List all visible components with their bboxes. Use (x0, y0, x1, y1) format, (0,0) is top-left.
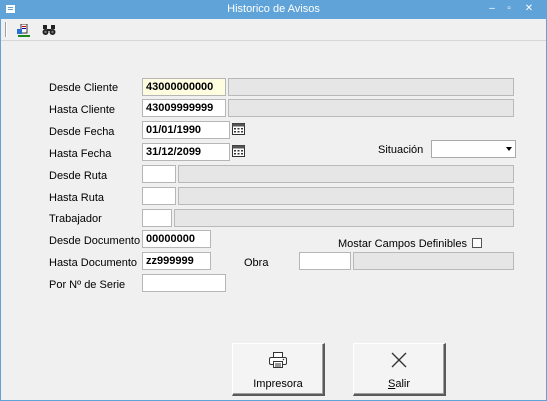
mostrar-campos-label: Mostar Campos Definibles (338, 238, 467, 250)
chevron-down-icon (506, 147, 512, 151)
obra-label: Obra (244, 257, 269, 269)
situacion-label: Situación (378, 144, 424, 156)
trabajador-label: Trabajador (49, 213, 102, 225)
hasta-ruta-label: Hasta Ruta (49, 192, 105, 204)
desde-cliente-description (228, 78, 514, 96)
situacion-select[interactable] (431, 140, 516, 158)
trabajador-input[interactable] (142, 209, 172, 227)
maximize-button[interactable]: ▫ (500, 2, 518, 16)
minimize-button[interactable]: – (483, 2, 501, 16)
numero-serie-input[interactable] (142, 274, 226, 292)
toolbar (1, 19, 546, 41)
printer-icon (269, 352, 287, 368)
calendar-icon[interactable] (232, 122, 245, 135)
historico-avisos-window: Historico de Avisos – ▫ ✕ Desde Cliente … (0, 0, 547, 401)
desde-documento-input[interactable]: 00000000 (142, 230, 211, 248)
title-bar: Historico de Avisos – ▫ ✕ (1, 1, 546, 19)
hasta-cliente-input[interactable]: 43009999999 (142, 99, 226, 117)
salir-button[interactable]: Salir (353, 343, 446, 396)
obra-input[interactable] (299, 252, 351, 270)
salir-label: Salir (354, 378, 444, 390)
hasta-documento-input[interactable]: zz999999 (142, 252, 211, 270)
impresora-label: Impresora (253, 378, 303, 390)
mostrar-campos-checkbox[interactable] (472, 238, 482, 248)
search-button[interactable] (39, 21, 59, 39)
desde-cliente-input[interactable]: 43000000000 (142, 78, 226, 96)
desde-fecha-label: Desde Fecha (49, 126, 115, 138)
hasta-ruta-input[interactable] (142, 187, 176, 205)
obra-description (353, 252, 514, 270)
binoculars-icon (42, 25, 56, 35)
desde-fecha-input[interactable]: 01/01/1990 (142, 121, 230, 139)
impresora-button[interactable]: Impresora (232, 343, 325, 396)
window-title: Historico de Avisos (227, 3, 320, 15)
hasta-ruta-description (178, 187, 514, 205)
desde-ruta-description (178, 165, 514, 183)
trabajador-description (174, 209, 514, 227)
close-button[interactable]: ✕ (520, 2, 538, 16)
hasta-fecha-input[interactable]: 31/12/2099 (142, 143, 230, 161)
close-x-icon (391, 352, 407, 368)
print-preview-button[interactable] (14, 21, 34, 39)
hasta-documento-label: Hasta Documento (49, 257, 138, 269)
calendar-icon[interactable] (232, 144, 245, 157)
salir-label-rest: alir (395, 378, 410, 390)
hasta-cliente-description (228, 99, 514, 117)
desde-cliente-label: Desde Cliente (49, 82, 119, 94)
toolbar-grip (5, 22, 7, 37)
desde-documento-label: Desde Documento (49, 235, 141, 247)
desde-ruta-input[interactable] (142, 165, 176, 183)
desde-ruta-label: Desde Ruta (49, 170, 108, 182)
print-preview-icon (17, 24, 30, 37)
numero-serie-label: Por Nº de Serie (49, 279, 126, 291)
hasta-cliente-label: Hasta Cliente (49, 104, 116, 116)
hasta-fecha-label: Hasta Fecha (49, 148, 112, 160)
